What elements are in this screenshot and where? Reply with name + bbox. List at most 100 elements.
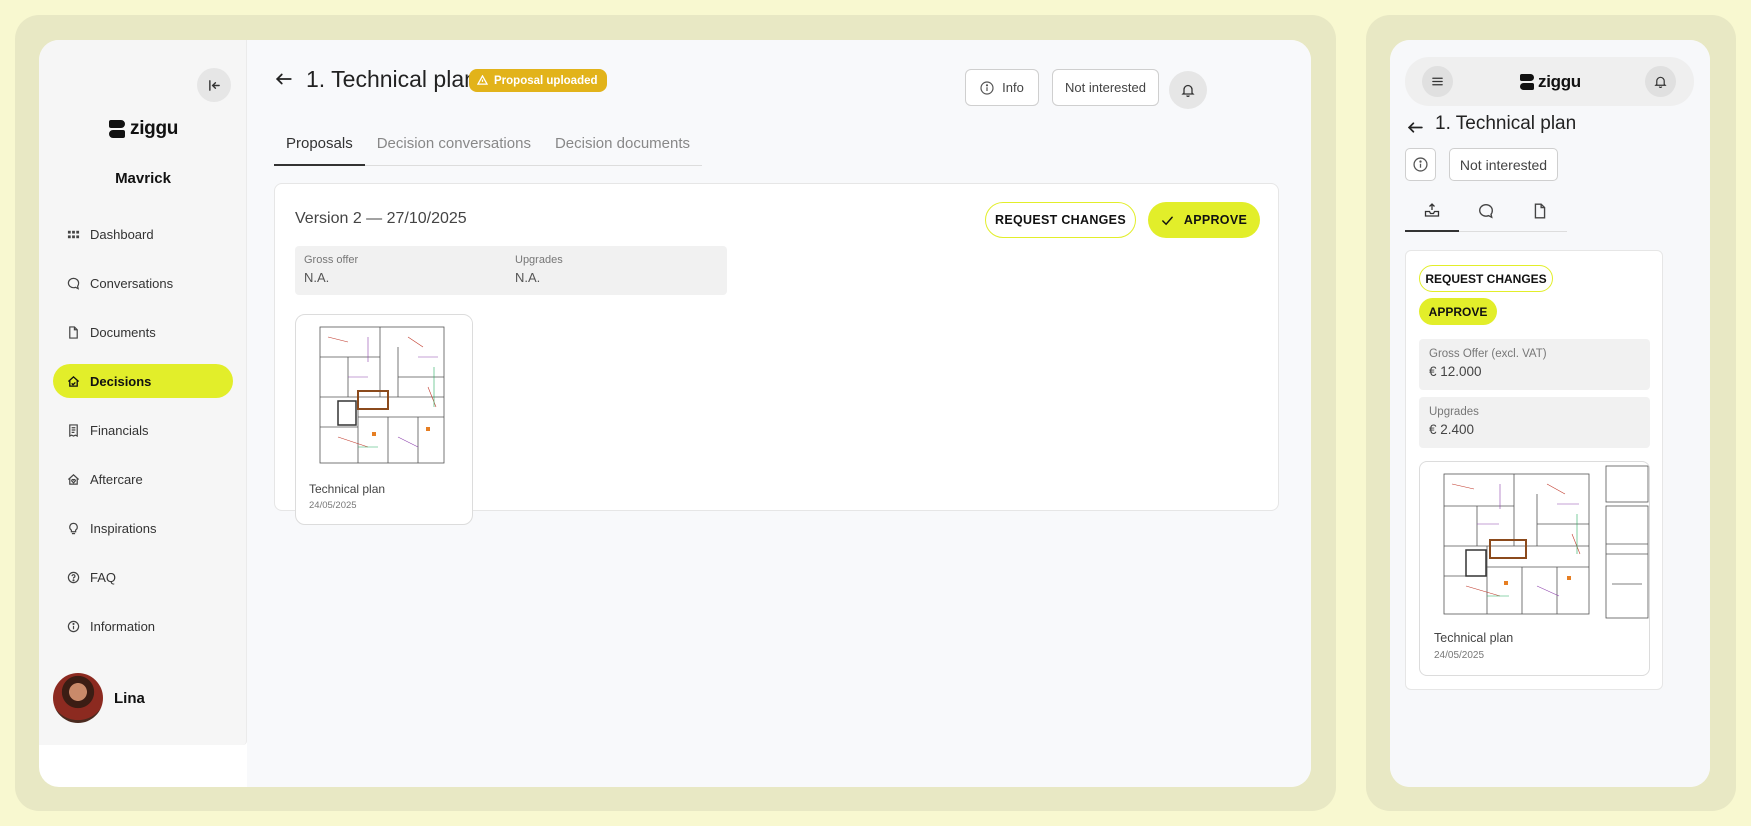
sidebar-item-label: Aftercare [90,471,143,487]
decision-tabs [1405,198,1567,232]
collapse-sidebar-button[interactable] [197,68,231,102]
inbox-upload-icon [1424,203,1440,217]
sidebar-item-label: Financials [90,422,149,438]
file-icon [69,325,78,339]
document-date: 24/05/2025 [309,500,357,511]
approve-button[interactable]: APPROVE [1419,298,1497,325]
document-date: 24/05/2025 [1434,650,1485,661]
field-value: € 12.000 [1429,364,1482,379]
proposal-panel: REQUEST CHANGES APPROVE Gross Offer (exc… [1405,250,1663,690]
proposal-panel: Version 2 — 27/10/2025 REQUEST CHANGES A… [274,183,1279,525]
mobile-window: ziggu 1. Technical plan Not interested R… [1390,40,1710,787]
ziggu-logo-icon [1520,74,1534,90]
mobile-top-bar: ziggu [1405,57,1694,106]
user-profile[interactable]: Lina [53,673,145,723]
gross-offer-field: Gross Offer (excl. VAT) € 12.000 [1419,339,1650,390]
tab-decision-documents[interactable] [1513,198,1567,232]
not-interested-button[interactable]: Not interested [1052,69,1159,106]
field-label: Gross Offer (excl. VAT) [1429,348,1547,360]
brand-name: ziggu [130,118,179,139]
request-changes-button[interactable]: REQUEST CHANGES [985,202,1136,238]
avatar [53,673,103,723]
hamburger-icon [1432,77,1443,86]
back-arrow-icon[interactable] [275,70,293,88]
tab-decision-conversations[interactable]: Decision conversations [365,133,543,166]
field-label: Gross offer [304,254,359,266]
upload-warning-icon [477,75,488,85]
not-interested-button[interactable]: Not interested [1449,148,1558,181]
decision-tabs: Proposals Decision conversations Decisio… [274,133,703,166]
sidebar-item-information[interactable]: Information [53,609,233,643]
sidebar-nav: Dashboard Conversations Documents Decisi… [53,217,233,658]
back-arrow-icon[interactable] [1407,119,1424,136]
document-card[interactable]: Technical plan 24/05/2025 [295,314,473,525]
file-icon [1534,203,1546,219]
brand-logo[interactable]: ziggu [1520,72,1581,92]
sidebar-item-label: Information [90,618,156,634]
bell-icon [1654,76,1667,88]
status-badge: Proposal uploaded [469,69,607,92]
sidebar-item-conversations[interactable]: Conversations [53,266,233,300]
field-label: Upgrades [515,254,563,266]
sidebar-item-label: Decisions [90,373,152,389]
document-name: Technical plan [309,482,386,496]
mobile-main: ziggu 1. Technical plan Not interested R… [1390,40,1710,787]
info-icon [980,80,994,95]
bell-icon [1181,84,1195,97]
chat-icon [67,277,80,290]
sidebar-item-aftercare[interactable]: Aftercare [53,462,233,496]
sidebar-item-label: FAQ [90,569,117,585]
info-icon [1413,157,1428,172]
document-card[interactable]: Technical plan 24/05/2025 [1419,461,1650,676]
sidebar-item-label: Inspirations [90,520,157,536]
sidebar-item-financials[interactable]: Financials [53,413,233,447]
brand-name: ziggu [1538,72,1581,91]
menu-button[interactable] [1422,66,1453,97]
sidebar-item-decisions[interactable]: Decisions [53,364,233,398]
question-icon [67,571,80,583]
home-check-icon [67,375,80,387]
tab-decision-documents[interactable]: Decision documents [543,133,702,166]
request-changes-button[interactable]: REQUEST CHANGES [1419,265,1553,292]
approve-button[interactable]: APPROVE [1148,202,1260,238]
tab-proposals[interactable]: Proposals [274,133,365,166]
bulb-icon [69,522,78,534]
info-button[interactable] [1405,148,1436,181]
approve-button-label: APPROVE [1183,213,1248,227]
page-title: 1. Technical plan [306,66,477,92]
field-value: € 2.400 [1429,422,1475,437]
notifications-button[interactable] [1645,66,1676,97]
sidebar-item-faq[interactable]: FAQ [53,560,233,594]
house-heart-icon [67,473,80,485]
floor-plan-thumbnail [298,317,472,475]
version-label: Version 2 — 27/10/2025 [295,210,467,227]
desktop-window: ziggu Mavrick Dashboard Conversations Do… [39,40,1311,787]
field-label: Upgrades [1429,406,1479,418]
sidebar-item-label: Dashboard [90,226,154,242]
upgrades-field: Upgrades N.A. [506,246,727,295]
ziggu-logo-icon [109,120,125,138]
gross-offer-field: Gross offer N.A. [295,246,516,295]
tab-proposals[interactable] [1405,198,1459,232]
main-content: 1. Technical plan Proposal uploaded Info… [247,40,1311,787]
tab-decision-conversations[interactable] [1459,198,1513,232]
info-button-label: Info [1002,80,1024,95]
sidebar-item-inspirations[interactable]: Inspirations [53,511,233,545]
brand-logo[interactable]: ziggu [109,118,178,140]
status-badge-label: Proposal uploaded [494,74,598,87]
upgrades-field: Upgrades € 2.400 [1419,397,1650,448]
page-title: 1. Technical plan [1435,113,1577,134]
project-name: Mavrick [115,170,171,187]
document-name: Technical plan [1434,631,1514,645]
check-icon [1161,216,1173,225]
grid-icon [67,230,80,238]
receipt-icon [69,423,78,437]
sidebar-item-dashboard[interactable]: Dashboard [53,217,233,251]
floor-plan-thumbnail [1422,464,1649,622]
info-button[interactable]: Info [965,69,1039,106]
sidebar-item-documents[interactable]: Documents [53,315,233,349]
chat-icon [1479,204,1493,219]
notifications-button[interactable] [1169,71,1207,109]
sidebar-item-label: Conversations [90,275,174,291]
info-icon [67,620,80,632]
